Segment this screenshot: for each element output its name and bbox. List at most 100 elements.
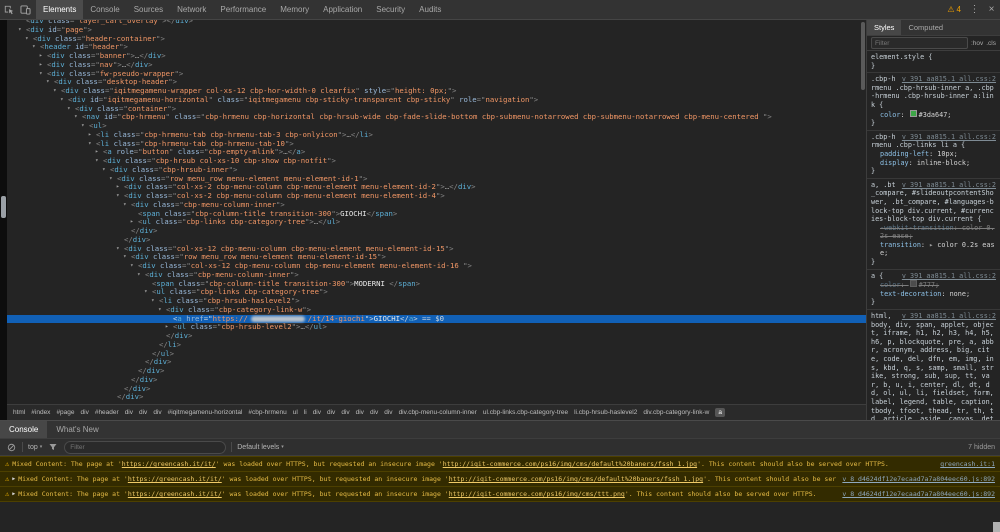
tab-console[interactable]: Console (83, 0, 126, 19)
inspect-element-icon[interactable] (0, 0, 17, 19)
style-source-link[interactable]: v_391_aa815.1_all.css:2 (902, 181, 996, 190)
breadcrumb-item[interactable]: div (313, 409, 321, 416)
style-property[interactable]: padding-left: 10px; (871, 150, 996, 159)
tab-application[interactable]: Application (316, 0, 369, 19)
console-tab-what-s-new[interactable]: What's New (47, 421, 107, 438)
collapse-arrow-icon[interactable]: ▾ (137, 271, 145, 280)
style-source-link[interactable]: v_391_aa815.1_all.css:2 (902, 272, 996, 281)
dom-tree-row[interactable]: ▾ <div class="cbp-menu-column-inner"> (7, 200, 866, 210)
dom-tree-row[interactable]: </div> (7, 392, 866, 402)
dom-tree-row-selected[interactable]: <a href="https:///it/14-giochi">GIOCHI</… (7, 314, 866, 324)
style-property[interactable]: text-decoration: none; (871, 290, 996, 299)
dom-tree-row[interactable]: </div> (7, 331, 866, 341)
collapse-arrow-icon[interactable]: ▾ (95, 157, 103, 166)
styles-tab-styles[interactable]: Styles (867, 20, 902, 35)
breadcrumb-item[interactable]: div.cbp-menu-column-inner (399, 409, 477, 416)
close-devtools-icon[interactable]: × (983, 0, 1000, 19)
page-scrollbar-thumb[interactable] (1, 196, 6, 218)
collapse-arrow-icon[interactable]: ▾ (158, 306, 166, 315)
expand-arrow-icon[interactable]: ▸ (95, 148, 103, 157)
dom-tree-row[interactable]: ▾ <div class="cbp-menu-column-inner"> (7, 270, 866, 280)
style-property[interactable]: transition: ▸ color 0.2s ease; (871, 241, 996, 258)
breadcrumb-item[interactable]: div (153, 409, 161, 416)
tab-audits[interactable]: Audits (412, 0, 448, 19)
dom-tree-row[interactable]: ▾ <div class="header-container"> (7, 34, 866, 44)
rule-selector[interactable]: html, body, div, span, applet, object, i… (871, 312, 994, 420)
collapse-arrow-icon[interactable]: ▾ (116, 245, 124, 254)
tab-security[interactable]: Security (369, 0, 412, 19)
breadcrumb-item[interactable]: div (356, 409, 364, 416)
collapse-arrow-icon[interactable]: ▾ (102, 166, 110, 175)
collapse-arrow-icon[interactable]: ▾ (123, 253, 131, 262)
breadcrumb-item[interactable]: ul.cbp-links.cbp-category-tree (483, 409, 568, 416)
tab-performance[interactable]: Performance (213, 0, 273, 19)
style-source-link[interactable]: v_391_aa815.1_all.css:2 (902, 312, 996, 321)
expand-arrow-icon[interactable]: ▸ (39, 52, 47, 61)
collapse-arrow-icon[interactable]: ▾ (39, 70, 47, 79)
message-url-link[interactable]: https://greencash.it/it/ (122, 460, 216, 468)
breadcrumb-item[interactable]: div (341, 409, 349, 416)
breadcrumb-item[interactable]: #header (95, 409, 119, 416)
message-url-link[interactable]: http://iqit-commerce.com/ps16/img/cms/de… (449, 475, 703, 483)
breadcrumb-item[interactable]: #index (31, 409, 50, 416)
collapse-arrow-icon[interactable]: ▾ (116, 192, 124, 201)
breadcrumb-item[interactable]: div (327, 409, 335, 416)
message-expand-icon[interactable]: ▶ (12, 476, 15, 482)
collapse-arrow-icon[interactable]: ▾ (81, 122, 89, 131)
tab-sources[interactable]: Sources (127, 0, 170, 19)
expand-arrow-icon[interactable]: ▸ (39, 61, 47, 70)
collapse-arrow-icon[interactable]: ▾ (130, 262, 138, 271)
more-options-icon[interactable]: ⋮ (966, 0, 983, 19)
expand-arrow-icon[interactable]: ▸ (116, 183, 124, 192)
collapse-arrow-icon[interactable]: ▾ (53, 87, 61, 96)
style-property[interactable]: color: #3da647; (871, 109, 996, 120)
elements-scrollbar[interactable] (860, 20, 866, 405)
breadcrumb-item[interactable]: div.cbp-category-link-w (643, 409, 709, 416)
dom-tree-row[interactable]: ▾ <div class="col-xs-12 cbp-menu-column c… (7, 261, 866, 271)
message-source-link[interactable]: v_8_d4624df12e7ecaad7a7a804eec60.js:892 (842, 475, 995, 483)
message-url-link[interactable]: http://iqit-commerce.com/ps16/img/cms/de… (443, 460, 697, 468)
dom-tree-row[interactable]: </div> (7, 357, 866, 367)
collapse-arrow-icon[interactable]: ▾ (109, 175, 117, 184)
collapse-arrow-icon[interactable]: ▾ (46, 78, 54, 87)
clear-console-icon[interactable] (5, 441, 17, 453)
collapse-arrow-icon[interactable]: ▾ (74, 113, 82, 122)
collapse-arrow-icon[interactable]: ▾ (88, 140, 96, 149)
style-property[interactable]: -webkit-transition: color 0.2s ease; (871, 224, 996, 241)
rule-selector[interactable]: element.style { (871, 53, 932, 61)
breadcrumb-item[interactable]: div (370, 409, 378, 416)
breadcrumb-item[interactable]: html (13, 409, 25, 416)
collapse-arrow-icon[interactable]: ▾ (18, 26, 26, 35)
console-tab-console[interactable]: Console (0, 421, 48, 438)
style-source-link[interactable]: v_391_aa815.1_all.css:2 (902, 133, 996, 142)
expand-arrow-icon[interactable]: ▸ (88, 131, 96, 140)
collapse-arrow-icon[interactable]: ▾ (144, 288, 152, 297)
collapse-arrow-icon[interactable]: ▾ (151, 297, 159, 306)
breadcrumb-item[interactable]: a (715, 408, 725, 417)
color-swatch[interactable] (909, 109, 917, 117)
style-property[interactable]: display: inline-block; (871, 159, 996, 168)
dom-tree-row[interactable]: ▾ <nav id="cbp-hrmenu" class="cbp-hrmenu … (7, 112, 866, 122)
message-expand-icon[interactable]: ▶ (12, 491, 15, 497)
breadcrumb-item[interactable]: #cbp-hrmenu (248, 409, 286, 416)
dom-tree-row[interactable]: ▾ <li class="cbp-hrsub-haslevel2"> (7, 296, 866, 306)
collapse-arrow-icon[interactable]: ▾ (67, 105, 75, 114)
collapse-arrow-icon[interactable]: ▾ (60, 96, 68, 105)
dom-tree-row[interactable]: </ul> (7, 349, 866, 359)
breadcrumb-item[interactable]: li.cbp-hrsub-haslevel2 (574, 409, 637, 416)
color-swatch[interactable] (909, 280, 917, 288)
style-source-link[interactable]: v_391_aa815.1_all.css:2 (902, 75, 996, 84)
dom-tree-row[interactable]: <span class="cbp-column-title transition… (7, 279, 866, 289)
styles-tab-computed[interactable]: Computed (901, 20, 950, 35)
styles-filter-input[interactable] (871, 37, 968, 49)
tab-memory[interactable]: Memory (273, 0, 316, 19)
message-source-link[interactable]: v_8_d4624df12e7ecaad7a7a804eec60.js:892 (842, 490, 995, 498)
resize-corner[interactable] (993, 522, 1000, 532)
warnings-badge[interactable]: ⚠ 4 (942, 5, 966, 14)
breadcrumb-item[interactable]: ul (293, 409, 298, 416)
dom-tree-row[interactable]: ▾ <ul class="cbp-links cbp-category-tree"… (7, 287, 866, 297)
collapse-arrow-icon[interactable]: ▾ (123, 201, 131, 210)
collapse-arrow-icon[interactable]: ▾ (32, 43, 40, 52)
execution-context-dropdown[interactable]: top ▾ (28, 444, 42, 451)
element-classes-toggle[interactable]: .cls (986, 40, 996, 47)
